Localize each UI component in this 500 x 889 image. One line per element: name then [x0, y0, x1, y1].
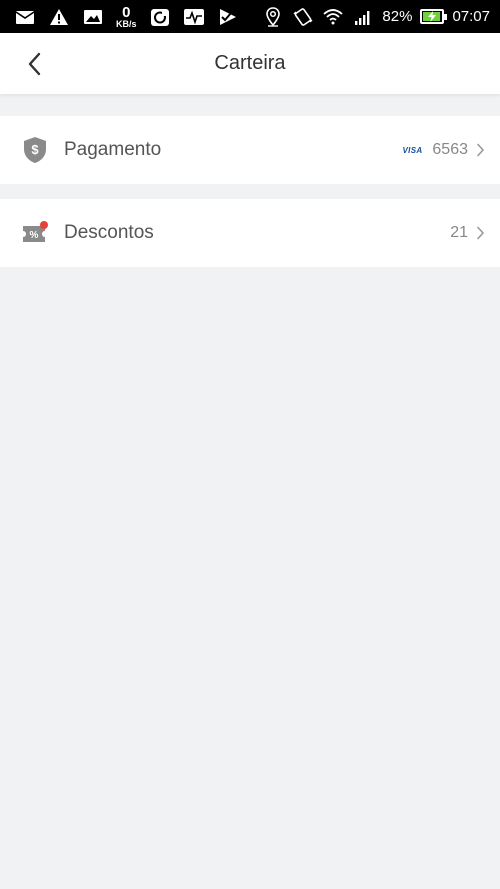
svg-text:$: $: [31, 142, 39, 157]
battery-percent: 82%: [382, 8, 413, 25]
battery-icon: [420, 9, 448, 24]
status-bar-right: 82% 07:07: [262, 6, 490, 28]
vibrate-icon: [292, 6, 314, 28]
shield-dollar-icon: $: [20, 135, 50, 165]
header: Carteira: [0, 33, 500, 94]
warning-icon: [48, 6, 70, 28]
network-speed-value: 0: [122, 3, 131, 21]
check-flag-icon: [217, 6, 239, 28]
svg-text:%: %: [30, 230, 39, 241]
payment-summary: VISA 6563: [403, 141, 486, 159]
image-icon: [82, 6, 104, 28]
coupon-icon: %: [20, 218, 50, 248]
discounts-row[interactable]: % Descontos 21: [0, 199, 500, 267]
chevron-right-icon: [474, 226, 486, 240]
wifi-icon: [322, 6, 344, 28]
clock: 07:07: [452, 8, 490, 25]
sync-icon: [149, 6, 171, 28]
signal-icon: [352, 6, 374, 28]
mail-icon: [14, 6, 36, 28]
discounts-summary: 21: [450, 224, 486, 242]
card-last-digits: 6563: [432, 141, 468, 158]
payment-row[interactable]: $ Pagamento VISA 6563: [0, 116, 500, 184]
network-speed-unit: KB/s: [116, 18, 137, 29]
status-bar-left: 0 KB/s: [14, 5, 239, 29]
payment-label: Pagamento: [64, 139, 162, 160]
chevron-right-icon: [474, 143, 486, 157]
status-bar: 0 KB/s 82% 07:07: [0, 0, 500, 33]
page-title: Carteira: [214, 52, 286, 74]
visa-card-icon: VISA: [402, 145, 423, 155]
network-speed: 0 KB/s: [116, 5, 137, 29]
back-button[interactable]: [18, 47, 52, 81]
activity-icon: [183, 6, 205, 28]
discounts-count: 21: [450, 224, 468, 241]
location-icon: [262, 6, 284, 28]
chevron-left-icon: [28, 52, 41, 76]
discounts-label: Descontos: [64, 222, 154, 243]
